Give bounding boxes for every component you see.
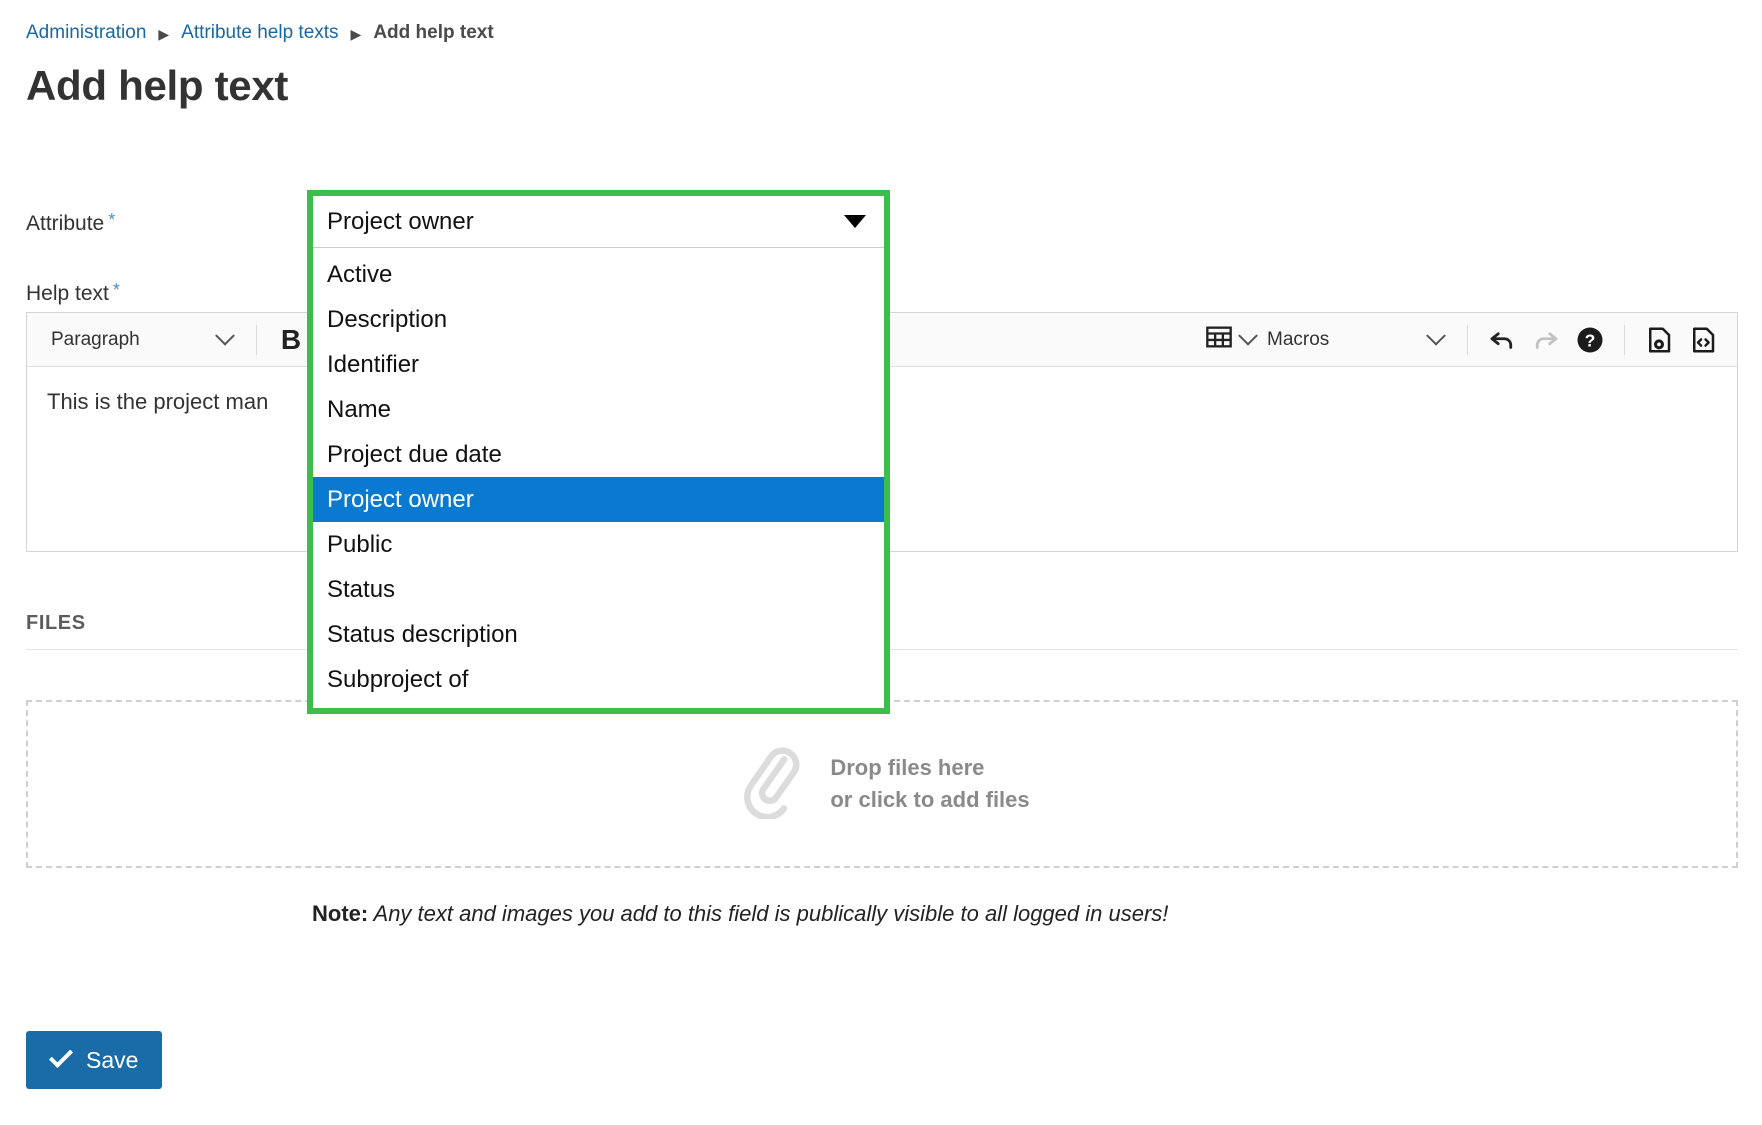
breadcrumb-item-attribute-help-texts[interactable]: Attribute help texts bbox=[181, 22, 338, 44]
attribute-select-trigger[interactable]: Project owner bbox=[313, 196, 884, 248]
option-identifier[interactable]: Identifier bbox=[313, 342, 884, 387]
note-prefix: Note: bbox=[312, 901, 368, 926]
save-button-label: Save bbox=[86, 1047, 138, 1074]
help-text-field-label: Help text* bbox=[26, 282, 120, 306]
svg-text:?: ? bbox=[1585, 330, 1596, 350]
page-title: Add help text bbox=[26, 62, 288, 110]
option-project-due-date[interactable]: Project due date bbox=[313, 432, 884, 477]
file-dropzone[interactable]: Drop files here or click to add files bbox=[26, 700, 1738, 868]
breadcrumb-separator-icon: ▶ bbox=[351, 23, 362, 45]
option-status-description[interactable]: Status description bbox=[313, 612, 884, 657]
undo-icon bbox=[1487, 325, 1517, 355]
option-public[interactable]: Public bbox=[313, 522, 884, 567]
toolbar-divider bbox=[256, 325, 257, 355]
dropzone-line-2: or click to add files bbox=[830, 787, 1029, 812]
breadcrumb-item-administration[interactable]: Administration bbox=[26, 22, 146, 44]
option-subproject-of[interactable]: Subproject of bbox=[313, 657, 884, 702]
chevron-down-icon bbox=[215, 325, 235, 345]
dropzone-text: Drop files here or click to add files bbox=[830, 752, 1029, 816]
attribute-select-dropdown: Project owner Active Description Identif… bbox=[307, 190, 890, 714]
option-project-owner[interactable]: Project owner bbox=[313, 477, 884, 522]
option-status[interactable]: Status bbox=[313, 567, 884, 612]
redo-button[interactable] bbox=[1524, 320, 1568, 360]
attribute-select-value: Project owner bbox=[327, 208, 474, 236]
chevron-down-icon bbox=[1426, 325, 1446, 345]
save-button[interactable]: Save bbox=[26, 1031, 162, 1089]
attribute-field-label: Attribute* bbox=[26, 212, 115, 236]
toolbar-divider bbox=[1624, 325, 1625, 355]
table-icon bbox=[1205, 323, 1233, 356]
option-name[interactable]: Name bbox=[313, 387, 884, 432]
note-text: Note: Any text and images you add to thi… bbox=[312, 895, 1212, 933]
preview-button[interactable] bbox=[1637, 320, 1681, 360]
table-button[interactable] bbox=[1205, 323, 1255, 356]
redo-icon bbox=[1531, 325, 1561, 355]
note-body: Any text and images you add to this fiel… bbox=[368, 901, 1168, 926]
attribute-select-options: Active Description Identifier Name Proje… bbox=[313, 248, 884, 708]
macros-select[interactable]: Macros bbox=[1255, 322, 1455, 358]
breadcrumb-separator-icon: ▶ bbox=[158, 23, 169, 45]
option-active[interactable]: Active bbox=[313, 252, 884, 297]
document-preview-icon bbox=[1644, 325, 1674, 355]
option-description[interactable]: Description bbox=[313, 297, 884, 342]
checkmark-icon bbox=[49, 1044, 73, 1068]
required-marker: * bbox=[108, 210, 115, 230]
help-button[interactable]: ? bbox=[1568, 320, 1612, 360]
macros-value: Macros bbox=[1267, 329, 1329, 351]
dropzone-line-1: Drop files here bbox=[830, 755, 984, 780]
block-format-value: Paragraph bbox=[51, 329, 140, 351]
chevron-down-icon bbox=[844, 215, 866, 228]
attribute-label-text: Attribute bbox=[26, 212, 104, 235]
help-text-label-text: Help text bbox=[26, 282, 109, 305]
page-root: Administration ▶ Attribute help texts ▶ … bbox=[0, 0, 1762, 1125]
source-code-button[interactable] bbox=[1681, 320, 1725, 360]
paperclip-icon bbox=[734, 745, 808, 824]
breadcrumb: Administration ▶ Attribute help texts ▶ … bbox=[26, 22, 494, 44]
toolbar-divider bbox=[1467, 325, 1468, 355]
required-marker: * bbox=[113, 280, 120, 300]
breadcrumb-item-add-help-text: Add help text bbox=[373, 22, 493, 44]
help-circle-icon: ? bbox=[1575, 325, 1605, 355]
document-source-code-icon bbox=[1688, 325, 1718, 355]
block-format-select[interactable]: Paragraph bbox=[39, 322, 244, 358]
undo-button[interactable] bbox=[1480, 320, 1524, 360]
